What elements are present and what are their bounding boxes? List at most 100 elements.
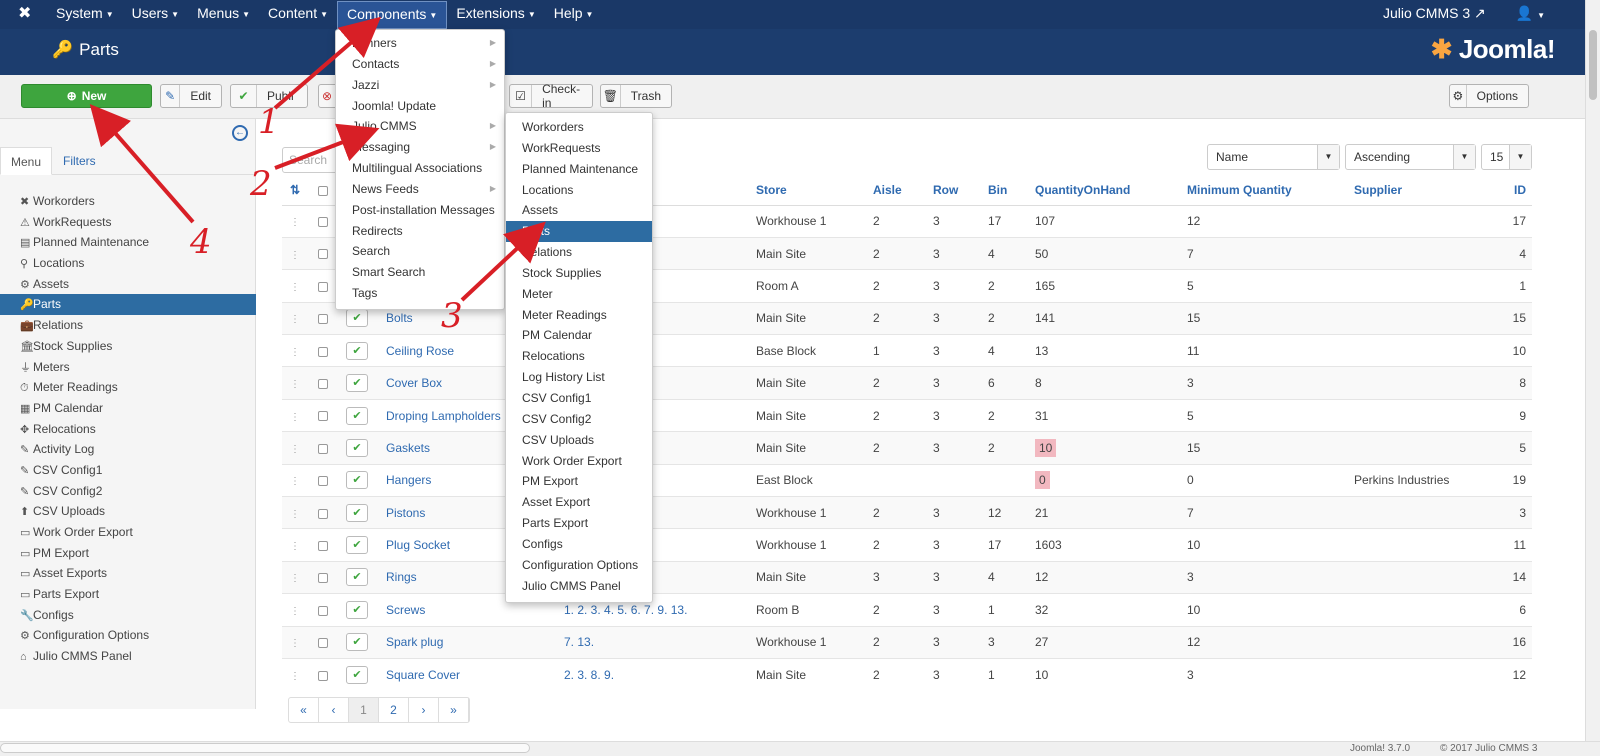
tab-menu[interactable]: Menu — [0, 147, 53, 175]
top-menu-system[interactable]: System ▼ — [47, 0, 123, 29]
pagination-item[interactable]: › — [409, 698, 439, 722]
components-menu-item-news-feeds[interactable]: News Feeds ▶ — [336, 179, 504, 200]
row-checkbox[interactable] — [310, 657, 338, 691]
sidebar-item-csv-config2[interactable]: ✎ CSV Config2 — [0, 481, 256, 502]
sidebar-item-activity-log[interactable]: ✎ Activity Log — [0, 439, 256, 460]
site-link[interactable]: Julio CMMS 3 ↗ — [1383, 0, 1486, 29]
published-toggle[interactable]: ✔ — [338, 463, 378, 497]
horizontal-scrollbar[interactable] — [0, 743, 530, 753]
published-toggle[interactable]: ✔ — [338, 431, 378, 465]
components-menu-item-banners[interactable]: Banners ▶ — [336, 33, 504, 54]
julio-submenu-item-planned-maintenance[interactable]: Planned Maintenance — [506, 159, 652, 180]
julio-submenu-item-meter-readings[interactable]: Meter Readings — [506, 305, 652, 326]
components-menu-item-julio-cmms[interactable]: Julio CMMS ▶ — [336, 116, 504, 137]
julio-submenu-item-pm-calendar[interactable]: PM Calendar — [506, 325, 652, 346]
sort-ordering-icon[interactable]: ⇅ — [282, 175, 310, 206]
drag-handle-icon[interactable]: ⋮ — [282, 463, 310, 497]
sidebar-item-workrequests[interactable]: ⚠ WorkRequests — [0, 212, 256, 233]
sidebar-item-parts-export[interactable]: ▭ Parts Export — [0, 584, 256, 605]
julio-submenu-item-assets[interactable]: Assets — [506, 200, 652, 221]
sidebar-item-asset-exports[interactable]: ▭ Asset Exports — [0, 563, 256, 584]
drag-handle-icon[interactable]: ⋮ — [282, 625, 310, 659]
drag-handle-icon[interactable]: ⋮ — [282, 398, 310, 432]
quantity-on-hand-header[interactable]: QuantityOnHand — [1027, 175, 1179, 206]
id-header[interactable]: ID — [1496, 175, 1532, 206]
components-menu-item-smart-search[interactable]: Smart Search — [336, 262, 504, 283]
published-toggle[interactable]: ✔ — [338, 366, 378, 400]
vertical-scrollbar[interactable] — [1585, 0, 1600, 741]
part-relations[interactable]: 2. 3. 8. 9. — [556, 657, 748, 691]
drag-handle-icon[interactable]: ⋮ — [282, 269, 310, 303]
julio-submenu-item-parts-export[interactable]: Parts Export — [506, 513, 652, 534]
minimum-quantity-header[interactable]: Minimum Quantity — [1179, 175, 1346, 206]
pagination-item[interactable]: ‹ — [319, 698, 349, 722]
julio-submenu-item-relocations[interactable]: Relocations — [506, 346, 652, 367]
drag-handle-icon[interactable]: ⋮ — [282, 204, 310, 238]
drag-handle-icon[interactable]: ⋮ — [282, 657, 310, 691]
limit-select[interactable]: 15 ▼ — [1481, 144, 1532, 170]
julio-submenu-item-workrequests[interactable]: WorkRequests — [506, 138, 652, 159]
top-menu-components[interactable]: Components ▼ — [337, 1, 448, 29]
row-checkbox[interactable] — [310, 528, 338, 562]
joomla-logo-icon[interactable]: ✖ — [18, 5, 38, 23]
pagination-item[interactable]: 2 — [379, 698, 409, 722]
part-relations[interactable]: 7. 13. — [556, 625, 748, 659]
sidebar-item-workorders[interactable]: ✖ Workorders — [0, 191, 256, 212]
julio-submenu-item-csv-config1[interactable]: CSV Config1 — [506, 388, 652, 409]
published-toggle[interactable]: ✔ — [338, 560, 378, 594]
components-menu-item-messaging[interactable]: Messaging ▶ — [336, 137, 504, 158]
row-checkbox[interactable] — [310, 301, 338, 335]
sidebar-item-pm-calendar[interactable]: ▦ PM Calendar — [0, 398, 256, 419]
julio-submenu-item-work-order-export[interactable]: Work Order Export — [506, 451, 652, 472]
sidebar-item-meters[interactable]: ⏚ Meters — [0, 357, 256, 378]
drag-handle-icon[interactable]: ⋮ — [282, 431, 310, 465]
sort-field-select[interactable]: Name ▼ — [1207, 144, 1340, 170]
store-header[interactable]: Store — [748, 175, 865, 206]
julio-submenu-item-pm-export[interactable]: PM Export — [506, 471, 652, 492]
julio-submenu-item-log-history-list[interactable]: Log History List — [506, 367, 652, 388]
components-menu-item-contacts[interactable]: Contacts ▶ — [336, 54, 504, 75]
published-toggle[interactable]: ✔ — [338, 625, 378, 659]
row-checkbox[interactable] — [310, 366, 338, 400]
julio-submenu-item-stock-supplies[interactable]: Stock Supplies — [506, 263, 652, 284]
part-name-link[interactable]: Square Cover — [378, 657, 556, 691]
julio-submenu-item-meter[interactable]: Meter — [506, 284, 652, 305]
sidebar-item-julio-cmms-panel[interactable]: ⌂ Julio CMMS Panel — [0, 646, 256, 667]
sidebar-item-csv-uploads[interactable]: ⬆ CSV Uploads — [0, 501, 256, 522]
sidebar-item-assets[interactable]: ⚙ Assets — [0, 274, 256, 295]
drag-handle-icon[interactable]: ⋮ — [282, 366, 310, 400]
julio-submenu-item-asset-export[interactable]: Asset Export — [506, 492, 652, 513]
row-header[interactable]: Row — [925, 175, 980, 206]
julio-submenu-item-relations[interactable]: Relations — [506, 242, 652, 263]
published-toggle[interactable]: ✔ — [338, 593, 378, 627]
bin-header[interactable]: Bin — [980, 175, 1027, 206]
top-menu-help[interactable]: Help ▼ — [545, 0, 603, 29]
checkin-button[interactable]: ☑ Check-in — [509, 82, 593, 110]
row-checkbox[interactable] — [310, 236, 338, 270]
top-menu-extensions[interactable]: Extensions ▼ — [447, 0, 544, 29]
pagination-item[interactable]: 1 — [349, 698, 379, 722]
row-checkbox[interactable] — [310, 496, 338, 529]
row-checkbox[interactable] — [310, 463, 338, 497]
drag-handle-icon[interactable]: ⋮ — [282, 236, 310, 270]
row-checkbox[interactable] — [310, 269, 338, 303]
sidebar-item-pm-export[interactable]: ▭ PM Export — [0, 543, 256, 564]
options-button[interactable]: ⚙ Options — [1449, 84, 1529, 108]
drag-handle-icon[interactable]: ⋮ — [282, 496, 310, 529]
drag-handle-icon[interactable]: ⋮ — [282, 528, 310, 562]
sidebar-item-configuration-options[interactable]: ⚙ Configuration Options — [0, 625, 256, 646]
row-checkbox[interactable] — [310, 431, 338, 465]
components-menu-item-search[interactable]: Search — [336, 241, 504, 262]
drag-handle-icon[interactable]: ⋮ — [282, 593, 310, 627]
published-toggle[interactable]: ✔ — [338, 657, 378, 691]
aisle-header[interactable]: Aisle — [865, 175, 925, 206]
trash-button[interactable]: 🗑 Trash — [600, 84, 672, 108]
pagination-item[interactable]: « — [289, 698, 319, 722]
sidebar-item-relocations[interactable]: ✥ Relocations — [0, 419, 256, 440]
sort-direction-select[interactable]: Ascending ▼ — [1345, 144, 1476, 170]
row-checkbox[interactable] — [310, 398, 338, 432]
top-menu-menus[interactable]: Menus ▼ — [188, 0, 259, 29]
collapse-sidebar-icon[interactable]: ← — [232, 125, 248, 141]
select-all-checkbox[interactable] — [310, 175, 338, 206]
scrollbar-thumb[interactable] — [1589, 30, 1597, 100]
